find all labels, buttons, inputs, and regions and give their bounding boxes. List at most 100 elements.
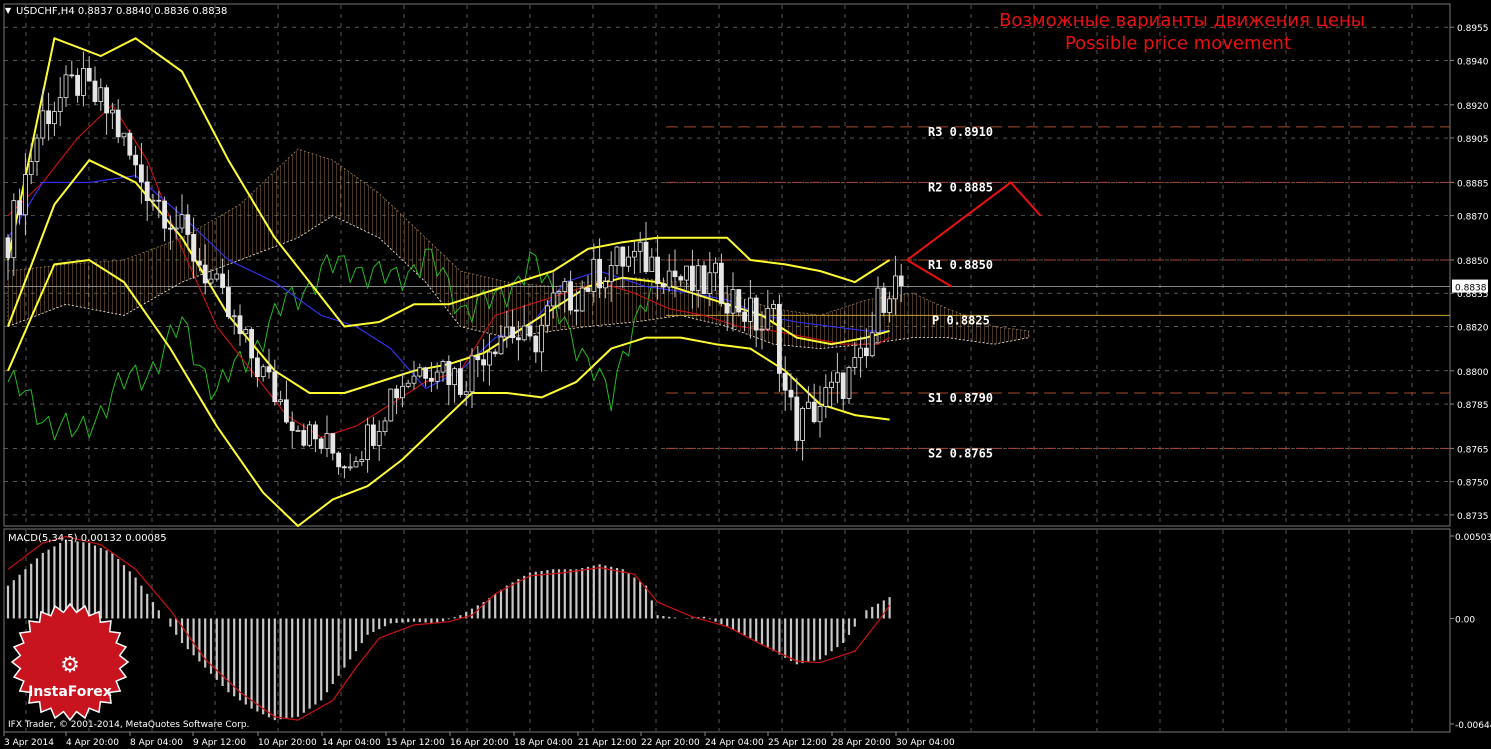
x-tick-label: 14 Apr 04:00 <box>322 738 381 748</box>
candle-body <box>597 258 602 289</box>
candle-body <box>272 371 278 403</box>
candle-body <box>875 287 881 334</box>
candle-body <box>417 367 423 377</box>
candle-body <box>283 399 289 423</box>
candle-body <box>11 200 17 259</box>
candle-body <box>86 67 92 82</box>
logo-gear-icon: ⚙ <box>60 653 80 678</box>
candle-body <box>301 430 307 446</box>
candle-body <box>661 283 666 288</box>
candle-body <box>637 241 643 252</box>
candle-body <box>440 361 446 373</box>
candle-body <box>753 297 759 331</box>
candle-body <box>707 272 713 295</box>
y-tick-label: -0.00644 <box>1455 721 1491 731</box>
candle-body <box>57 97 63 112</box>
candle-body <box>388 388 394 422</box>
candle-body <box>46 110 51 125</box>
trading-chart[interactable]: R3 0.8910 R2 0.8885 R1 0.8850 P 0.8825 S1 0.… <box>0 0 1491 749</box>
candle-body <box>811 401 817 423</box>
candle-body <box>887 298 892 313</box>
x-tick-label: 10 Apr 20:00 <box>258 738 317 748</box>
level-label: S1 0.8790 <box>928 391 993 405</box>
level-label: R3 0.8910 <box>928 125 993 139</box>
candle-body <box>156 199 162 202</box>
candle-body <box>481 359 487 366</box>
candle-body <box>469 355 475 393</box>
time-axis: 3 Apr 2014 4 Apr 20:00 8 Apr 04:00 9 Apr 12… <box>3 732 955 748</box>
candle-body <box>579 287 585 312</box>
candle-body <box>591 258 597 292</box>
candle-body <box>144 181 150 201</box>
candle-body <box>603 281 608 289</box>
candle-body <box>318 438 324 449</box>
candle-body <box>672 270 678 278</box>
candle-body <box>17 200 23 216</box>
y-tick-label: 0.8765 <box>1457 445 1489 455</box>
candle-body <box>295 430 301 432</box>
candle-body <box>800 408 805 441</box>
candle-body <box>788 389 794 398</box>
candle-body <box>150 199 156 202</box>
y-tick-label: 0.8735 <box>1457 512 1489 522</box>
candle-body <box>510 326 516 339</box>
x-tick-label: 30 Apr 04:00 <box>896 738 955 748</box>
candle-body <box>748 297 753 322</box>
candle-body <box>202 264 208 284</box>
candle-body <box>254 357 260 378</box>
candle-body <box>336 452 342 468</box>
candle-body <box>794 396 800 441</box>
candle-body <box>34 137 40 162</box>
candle-body <box>167 227 173 230</box>
candle-body <box>394 388 400 399</box>
price-tag-label: 0.8838 <box>1455 284 1487 294</box>
candle-body <box>858 347 863 358</box>
candle-body <box>852 357 858 368</box>
candle-body <box>521 325 527 341</box>
candle-body <box>777 304 782 374</box>
candle-body <box>133 154 139 166</box>
candle-body <box>869 332 875 357</box>
candle-body <box>771 304 776 309</box>
candle-body <box>782 372 788 391</box>
candle-body <box>823 387 829 407</box>
candle-body <box>701 265 707 295</box>
candle-body <box>22 174 28 216</box>
level-label: P 0.8825 <box>932 313 990 327</box>
candle-body <box>237 315 243 335</box>
x-tick-label: 25 Apr 12:00 <box>768 738 827 748</box>
candle-body <box>249 329 255 359</box>
candle-body <box>840 372 846 399</box>
x-tick-label: 16 Apr 20:00 <box>450 738 509 748</box>
candle-body <box>370 424 376 446</box>
candle-body <box>649 256 655 273</box>
level-label: R1 0.8850 <box>928 258 993 272</box>
candle-body <box>399 385 405 399</box>
x-tick-label: 8 Apr 04:00 <box>130 738 183 748</box>
candle-body <box>5 237 11 259</box>
candle-body <box>353 461 359 468</box>
macd-panel <box>6 535 891 721</box>
candle-body <box>556 291 562 294</box>
y-tick-label: 0.00503 <box>1455 533 1491 543</box>
candle-body <box>289 421 295 431</box>
candle-body <box>278 399 284 403</box>
x-tick-label: 28 Apr 20:00 <box>832 738 891 748</box>
candle-body <box>498 336 504 355</box>
copyright-text: IFX Trader, © 2001-2014, MetaQuotes Soft… <box>8 720 249 730</box>
candle-body <box>347 466 353 469</box>
y-tick-label: 0.8955 <box>1457 24 1489 34</box>
candle-body <box>110 109 115 114</box>
candle-body <box>632 250 637 258</box>
candle-body <box>63 74 69 99</box>
candle-body <box>893 275 898 300</box>
candle-body <box>138 164 144 183</box>
candle-body <box>75 74 80 96</box>
candle-body <box>492 351 498 355</box>
candle-body <box>898 275 904 287</box>
candle-body <box>92 80 98 102</box>
candle-body <box>382 420 388 432</box>
dropdown-arrow-icon[interactable]: ▼ <box>5 6 12 15</box>
candle-body <box>312 424 318 440</box>
y-tick-label: 0.8905 <box>1457 135 1489 145</box>
